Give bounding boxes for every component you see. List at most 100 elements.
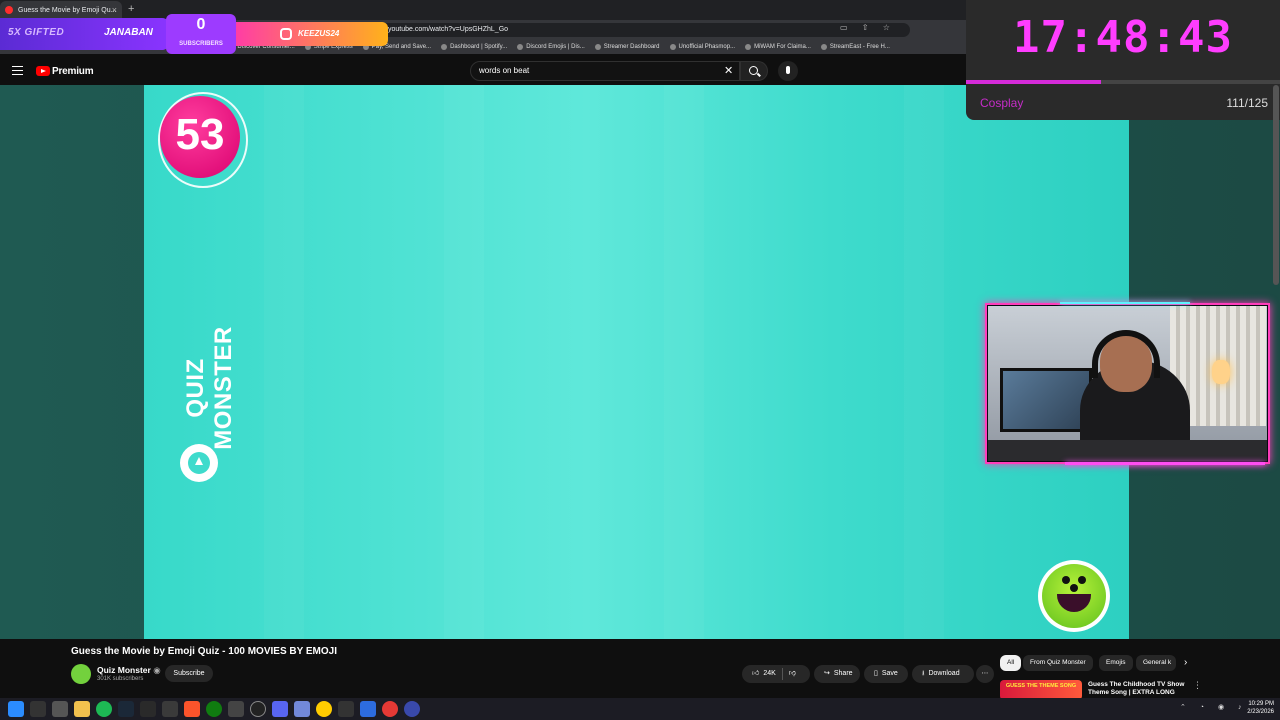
subscriber-label: SUBSCRIBERS (179, 41, 223, 47)
bookmark-favicon-icon (517, 44, 524, 50)
file-icon[interactable] (52, 701, 68, 717)
obs-icon[interactable] (250, 701, 266, 717)
folder-icon[interactable] (74, 701, 90, 717)
menu-icon[interactable] (12, 66, 23, 75)
chip-from-quiz-monster[interactable]: From Quiz Monster (1023, 655, 1093, 671)
chip-all[interactable]: All (1000, 655, 1022, 671)
share-button[interactable]: ↪ Share (814, 665, 860, 683)
instagram-icon (280, 28, 292, 40)
chrome-icon[interactable] (316, 701, 332, 717)
search-icon (749, 66, 758, 75)
youtube-premium-label[interactable]: Premium (52, 66, 94, 77)
taskbar-icons (8, 701, 420, 717)
address-bar-icons[interactable]: ▭ ⇧ ☆ (840, 23, 896, 32)
webcam-monitor (1000, 368, 1092, 432)
webcam-lamp (1212, 360, 1230, 384)
clock-time: 17:48:43 (1013, 12, 1233, 63)
chevron-right-icon[interactable]: › (1184, 657, 1187, 668)
video-stripe (444, 85, 484, 639)
channel-subscribers: 301K subscribers (97, 676, 144, 682)
steam-icon[interactable] (118, 701, 134, 717)
webcam-desk (988, 440, 1267, 461)
bookmark-item[interactable]: Unofficial Phasmop... (669, 44, 736, 50)
brave-icon[interactable] (184, 701, 200, 717)
recommendation-more-icon[interactable]: ⋮ (1193, 680, 1202, 691)
bookmark-icon: ▯ (874, 670, 878, 677)
chip-emojis[interactable]: Emojis (1099, 655, 1133, 671)
network-app-icon[interactable] (360, 701, 376, 717)
microphone-icon[interactable] (778, 61, 798, 81)
like-button[interactable]: 👍︎ 24K 👎︎ (742, 665, 810, 683)
new-tab-icon[interactable]: + (128, 3, 134, 15)
recommendation-thumbnail[interactable]: GUESS THE THEME SONG (1000, 680, 1082, 700)
video-stripe (664, 85, 704, 639)
subscribe-button[interactable]: Subscribe (165, 665, 213, 682)
share-icon: ↪ (824, 670, 830, 677)
quiz-monster-logo-icon (180, 444, 218, 482)
download-button[interactable]: ⭳ Download (912, 665, 974, 683)
video-player[interactable] (144, 85, 1129, 639)
address-bar[interactable]: youtube.com/watch?v=UpsGHZhL_Go (380, 23, 910, 37)
search-button[interactable] (740, 61, 768, 81)
bookmark-favicon-icon (669, 44, 676, 50)
terminal-icon[interactable] (162, 701, 178, 717)
bookmark-label: Dashboard | Spotify... (450, 44, 508, 50)
bookmark-item[interactable]: StreamEast - Free H... (820, 44, 890, 50)
youtube-favicon-icon (5, 6, 13, 14)
gifted-label: 5X GIFTED (8, 27, 65, 38)
channel-avatar[interactable] (71, 664, 91, 684)
search-input[interactable]: words on beat (470, 61, 740, 81)
bookmark-label: Discord Emojis | Dis... (526, 44, 585, 50)
like-count: 24K (763, 670, 776, 677)
page-scrollbar[interactable] (1273, 85, 1279, 285)
verified-icon: ◉ (153, 665, 161, 675)
taskbar-clock[interactable]: 10:29 PM 2/23/2026 (1238, 700, 1274, 716)
record-icon[interactable] (382, 701, 398, 717)
taskbar-time: 10:29 PM (1248, 701, 1274, 707)
video-title: Guess the Movie by Emoji Quiz - 100 MOVI… (71, 646, 337, 657)
download-icon: ⭳ (922, 670, 925, 677)
share-label: Share (833, 670, 853, 677)
search-taskbar-icon[interactable] (30, 701, 46, 717)
app-icon[interactable] (294, 701, 310, 717)
bookmark-item[interactable]: Discord Emojis | Dis... (517, 44, 585, 50)
xbox-icon[interactable] (206, 701, 222, 717)
discord-icon[interactable] (272, 701, 288, 717)
recommendation-title[interactable]: Guess The Childhood TV Show Theme Song |… (1088, 681, 1188, 697)
capture-icon[interactable] (228, 701, 244, 717)
chip-general[interactable]: General k (1136, 655, 1176, 671)
bookmark-favicon-icon (441, 44, 448, 50)
thumbs-up-icon: 👍︎ (752, 670, 760, 677)
bookmark-label: StreamEast - Free H... (829, 44, 890, 50)
bookmark-item[interactable]: Streamer Dashboard (594, 44, 660, 50)
youtube-logo-icon[interactable] (36, 66, 50, 76)
video-stripe (904, 85, 944, 639)
bookmark-label: Streamer Dashboard (603, 44, 660, 50)
bookmark-item[interactable]: MiWAM For Claima... (745, 44, 811, 50)
nvidia-icon[interactable] (140, 701, 156, 717)
instagram-handle: KEEZUS24 (298, 29, 340, 38)
bookmark-label: Unofficial Phasmop... (678, 44, 736, 50)
clear-search-icon[interactable]: ✕ (724, 64, 733, 77)
bookmark-favicon-icon (820, 44, 827, 50)
subscriber-count: 0 (196, 16, 206, 33)
bookmark-item[interactable]: Dashboard | Spotify... (441, 44, 507, 50)
thumbs-down-icon[interactable]: 👎︎ (789, 665, 796, 683)
bookmark-favicon-icon (594, 44, 601, 50)
gifter-name: JANABAN (104, 27, 153, 38)
save-button[interactable]: ▯ Save (864, 665, 908, 683)
download-label: Download (928, 670, 960, 677)
more-actions-icon[interactable]: ⋯ (976, 665, 994, 683)
quiz-monster-watermark: QUIZ MONSTER (182, 326, 237, 450)
countdown-number: 53 (175, 110, 225, 159)
video-stripe (264, 85, 304, 639)
goal-progress-fill (966, 80, 1102, 84)
save-label: Save (881, 670, 898, 677)
game-icon[interactable] (338, 701, 354, 717)
stream-category: Cosplay (980, 96, 1024, 110)
vpn-icon[interactable] (404, 701, 420, 717)
webcam-glow-bottom (1065, 462, 1265, 465)
spotify-icon[interactable] (96, 701, 112, 717)
start-icon[interactable] (8, 701, 24, 717)
channel-name[interactable]: Quiz Monster ◉ (97, 665, 161, 676)
